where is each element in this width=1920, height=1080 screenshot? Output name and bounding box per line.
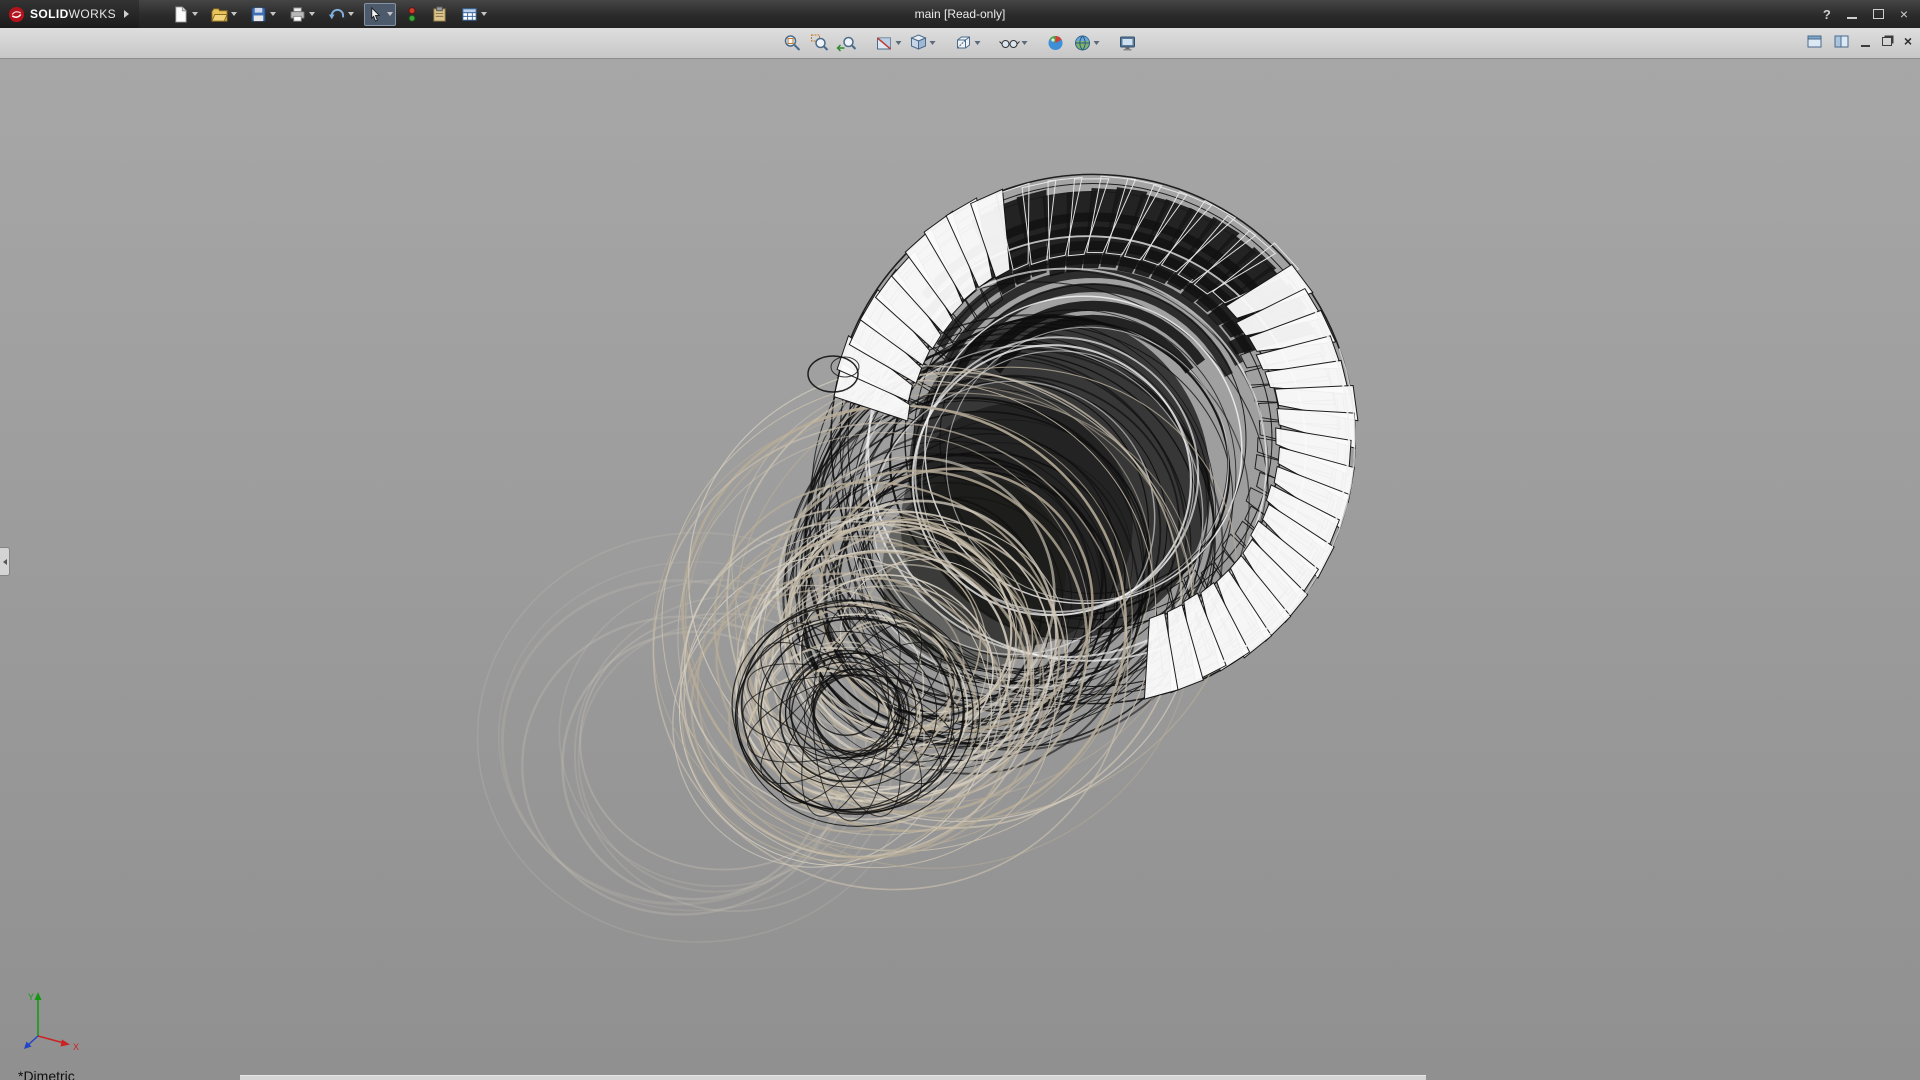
minimize-button[interactable] — [1847, 17, 1857, 19]
solidworks-window: SOLIDWORKS — [0, 0, 1920, 1080]
hide-show-items-button[interactable] — [997, 31, 1030, 55]
dropdown-caret-icon[interactable] — [930, 41, 936, 45]
view-settings-icon — [1118, 33, 1138, 53]
status-lights-button[interactable] — [403, 3, 421, 26]
dropdown-caret-icon[interactable] — [192, 12, 198, 16]
save-button[interactable] — [247, 3, 279, 26]
document-close-button[interactable]: × — [1904, 34, 1912, 48]
status-strip — [240, 1075, 1426, 1080]
dropdown-caret-icon[interactable] — [896, 41, 902, 45]
zoom-to-fit-button[interactable] — [781, 31, 805, 55]
maximize-button[interactable] — [1873, 9, 1884, 19]
clipboard-button[interactable] — [428, 3, 451, 26]
open-folder-icon — [211, 6, 228, 23]
view-orientation-icon — [909, 33, 929, 53]
previous-view-button[interactable] — [835, 31, 859, 55]
graphics-area[interactable]: Y X *Dimetric — [0, 59, 1920, 1080]
new-document-icon — [172, 6, 189, 23]
section-view-icon — [875, 33, 895, 53]
document-window-controls: × — [1807, 34, 1912, 48]
new-document-button[interactable] — [169, 3, 201, 26]
dropdown-caret-icon[interactable] — [231, 12, 237, 16]
heads-up-toolbar — [774, 31, 1147, 55]
heads-up-bar: × — [0, 28, 1920, 59]
featuremanager-collapsed-tab[interactable] — [0, 547, 10, 576]
engine-wireframe — [0, 59, 1920, 1080]
dassault-logo-icon — [8, 6, 25, 23]
undo-arrow-icon — [328, 6, 345, 23]
view-orientation-button[interactable] — [907, 31, 938, 55]
solidworks-logo: SOLIDWORKS — [0, 0, 139, 28]
open-button[interactable] — [208, 3, 240, 26]
document-restore-button[interactable] — [1882, 37, 1892, 46]
orientation-triad: Y X — [20, 988, 84, 1056]
view-orientation-label: *Dimetric — [18, 1068, 75, 1080]
dropdown-caret-icon[interactable] — [309, 12, 315, 16]
clipboard-icon — [431, 6, 448, 23]
document-title: main [Read-only] — [915, 7, 1006, 21]
standard-toolbar — [169, 3, 490, 26]
design-table-icon — [461, 6, 478, 23]
design-table-button[interactable] — [458, 3, 490, 26]
apply-scene-globe-icon — [1073, 33, 1093, 53]
section-view-button[interactable] — [873, 31, 904, 55]
previous-view-icon — [837, 33, 857, 53]
dropdown-caret-icon[interactable] — [1094, 41, 1100, 45]
edit-appearance-button[interactable] — [1044, 31, 1068, 55]
brand-text: SOLIDWORKS — [30, 7, 116, 21]
triad-y-label: Y — [28, 992, 34, 1002]
document-window-icon[interactable] — [1807, 35, 1822, 48]
dropdown-caret-icon[interactable] — [1022, 41, 1028, 45]
dropdown-caret-icon[interactable] — [270, 12, 276, 16]
status-lights-icon — [406, 6, 418, 23]
dropdown-caret-icon[interactable] — [348, 12, 354, 16]
dropdown-caret-icon[interactable] — [481, 12, 487, 16]
triad-x-label: X — [73, 1042, 79, 1052]
select-cursor-icon — [367, 6, 384, 23]
document-minimize-button[interactable] — [1861, 45, 1870, 47]
save-floppy-icon — [250, 6, 267, 23]
view-settings-button[interactable] — [1116, 31, 1140, 55]
print-button[interactable] — [286, 3, 318, 26]
zoom-to-area-icon — [810, 33, 830, 53]
document-window-icon[interactable] — [1834, 35, 1849, 48]
menu-expand-arrow-icon[interactable] — [124, 10, 129, 18]
print-icon — [289, 6, 306, 23]
title-bar: SOLIDWORKS — [0, 0, 1920, 28]
apply-scene-button[interactable] — [1071, 31, 1102, 55]
zoom-to-fit-icon — [783, 33, 803, 53]
dropdown-caret-icon[interactable] — [975, 41, 981, 45]
zoom-to-area-button[interactable] — [808, 31, 832, 55]
close-button[interactable]: × — [1900, 7, 1908, 21]
hide-show-items-glasses-icon — [999, 33, 1021, 53]
undo-button[interactable] — [325, 3, 357, 26]
dropdown-caret-icon[interactable] — [387, 12, 393, 16]
display-style-button[interactable] — [952, 31, 983, 55]
select-button[interactable] — [364, 3, 396, 26]
window-controls: ? × — [1823, 7, 1920, 22]
edit-appearance-ball-icon — [1046, 33, 1066, 53]
expand-panel-arrow-icon — [3, 559, 7, 565]
display-style-icon — [954, 33, 974, 53]
help-button[interactable]: ? — [1823, 7, 1831, 22]
